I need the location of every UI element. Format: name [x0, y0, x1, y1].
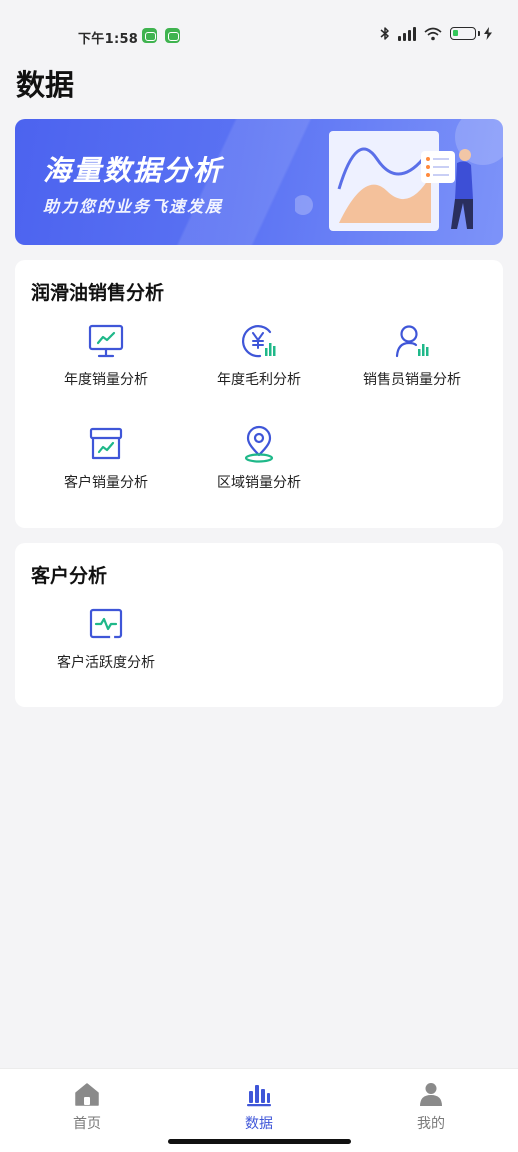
item-label: 区域销量分析 [217, 475, 301, 491]
monitor-chart-icon [88, 324, 124, 358]
notification-app-icon [165, 28, 180, 43]
tab-label: 我的 [417, 1116, 445, 1132]
status-time: 下午1:58 [78, 32, 139, 47]
item-label: 年度毛利分析 [217, 372, 301, 388]
user-icon [420, 1083, 442, 1106]
page-title: 数据 [16, 68, 75, 102]
bluetooth-icon [380, 27, 389, 40]
tab-label: 数据 [245, 1116, 273, 1132]
banner-subtitle: 助力您的业务飞速发展 [43, 197, 224, 216]
item-label: 年度销量分析 [64, 372, 148, 388]
signal-icon [398, 26, 416, 41]
lubricant-sales-card: 润滑油销售分析 年度销量分析 年度毛利分析 销售员销量分析 客户销量分析 区域销… [15, 260, 503, 528]
charging-icon [484, 27, 492, 40]
tab-label: 首页 [73, 1116, 101, 1132]
analytics-illustration [295, 119, 503, 231]
home-indicator[interactable] [168, 1139, 351, 1144]
annual-gross-profit-analysis-item[interactable]: 年度毛利分析 [178, 322, 340, 389]
banner-title: 海量数据分析 [43, 154, 224, 187]
home-icon [75, 1083, 99, 1106]
section-title: 客户分析 [31, 565, 108, 587]
tab-home[interactable]: 首页 [27, 1081, 147, 1133]
box-chart-icon [89, 427, 123, 460]
yen-chart-icon [242, 325, 276, 358]
status-bar: 下午1:58 [0, 0, 518, 60]
customer-activity-analysis-item[interactable]: 客户活跃度分析 [25, 605, 187, 672]
section-title: 润滑油销售分析 [31, 282, 165, 304]
promo-banner[interactable]: 海量数据分析 助力您的业务飞速发展 [15, 119, 503, 245]
customer-sales-analysis-item[interactable]: 客户销量分析 [25, 425, 187, 492]
item-label: 客户活跃度分析 [57, 655, 155, 671]
salesperson-sales-analysis-item[interactable]: 销售员销量分析 [331, 322, 493, 389]
tab-data[interactable]: 数据 [199, 1081, 319, 1133]
bar-chart-icon [247, 1085, 271, 1107]
item-label: 客户销量分析 [64, 475, 148, 491]
regional-sales-analysis-item[interactable]: 区域销量分析 [178, 425, 340, 492]
battery-icon [450, 27, 480, 40]
annual-sales-analysis-item[interactable]: 年度销量分析 [25, 322, 187, 389]
status-indicators [380, 26, 492, 41]
customer-analysis-card: 客户分析 客户活跃度分析 [15, 543, 503, 707]
wifi-icon [424, 27, 442, 40]
person-chart-icon [395, 325, 429, 358]
notification-app-icon [142, 28, 157, 43]
item-label: 销售员销量分析 [363, 372, 461, 388]
tab-mine[interactable]: 我的 [371, 1081, 491, 1133]
pulse-screen-icon [89, 608, 123, 639]
location-pin-icon [244, 425, 274, 463]
